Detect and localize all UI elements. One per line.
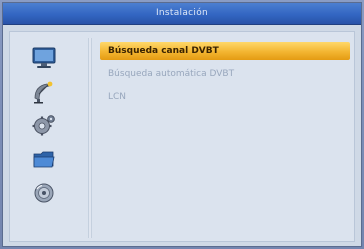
folder-icon[interactable] — [31, 147, 57, 171]
menu-item-dvbt-channel-search[interactable]: Búsqueda canal DVBT — [100, 42, 350, 60]
satellite-dish-icon[interactable] — [31, 80, 57, 104]
menu-item-lcn[interactable]: LCN — [100, 88, 350, 106]
installation-window: Instalación Búsqueda canal DVBT Búsqueda… — [2, 2, 362, 247]
content-panel: Búsqueda canal DVBT Búsqueda automática … — [9, 31, 355, 242]
tv-screen: Instalación Búsqueda canal DVBT Búsqueda… — [0, 0, 364, 249]
menu-item-dvbt-auto-search[interactable]: Búsqueda automática DVBT — [100, 65, 350, 83]
window-title: Instalación — [155, 8, 209, 18]
panel-divider — [88, 38, 92, 238]
settings-gear-icon[interactable] — [31, 113, 57, 137]
monitor-icon[interactable] — [31, 46, 57, 70]
sidebar-icon-column — [18, 40, 88, 234]
disc-icon[interactable] — [31, 181, 57, 205]
installation-menu: Búsqueda canal DVBT Búsqueda automática … — [96, 40, 350, 230]
title-bar: Instalación — [3, 3, 361, 25]
